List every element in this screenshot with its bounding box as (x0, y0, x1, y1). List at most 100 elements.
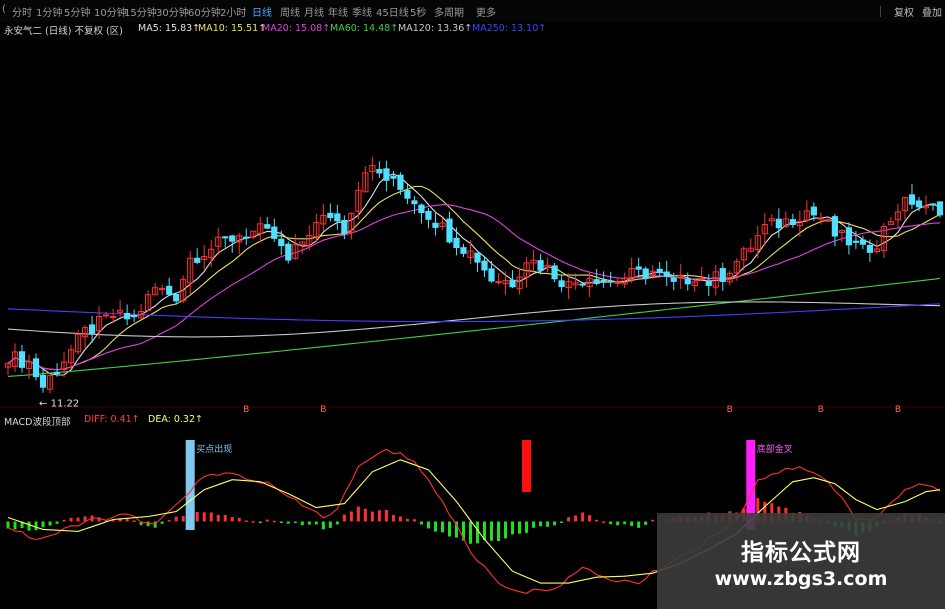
macd-legend-item-1: DEA: 0.32↑ (148, 414, 203, 425)
macd-bar-57 (405, 518, 409, 522)
macd-bar-70 (497, 521, 501, 541)
tab-12[interactable]: 年线 (328, 4, 348, 19)
tab-9[interactable]: 日线 (252, 4, 272, 19)
candle-65 (460, 243, 467, 257)
signal-label-2: 底部金叉 (757, 443, 793, 455)
candle-41 (292, 234, 299, 260)
tab-4[interactable]: 10分钟 (94, 4, 127, 19)
candle-28 (201, 244, 208, 270)
tab-10[interactable]: 周线 (280, 4, 300, 19)
candle-110 (775, 208, 782, 238)
tab-5[interactable]: 15分钟 (124, 4, 157, 19)
candle-63 (446, 211, 453, 244)
tab-6[interactable]: 30分钟 (156, 4, 189, 19)
candle-body (810, 206, 817, 216)
candle-53 (376, 161, 383, 179)
candle-19 (138, 303, 145, 319)
macd-bar-5 (41, 521, 45, 528)
macd-bar-69 (490, 521, 494, 541)
ma-legend-item-5: MA250: 13.10↑ (472, 23, 547, 34)
candle-body (278, 238, 285, 247)
macd-bar-52 (370, 511, 374, 522)
macd-bar-36 (258, 521, 262, 523)
tab-13[interactable]: 季线 (352, 4, 372, 19)
signal-bar-0 (185, 440, 195, 530)
candle-26 (187, 251, 194, 295)
macd-bar-59 (419, 521, 423, 525)
macd-bar-40 (286, 521, 290, 524)
tab-2[interactable]: 1分钟 (36, 4, 62, 19)
tab-0[interactable]: ( (2, 4, 6, 15)
tab-3[interactable]: 5分钟 (64, 4, 90, 19)
macd-bar-4 (34, 521, 38, 531)
candle-129 (908, 183, 916, 209)
candle-2 (18, 344, 26, 373)
toolbar-button-1[interactable]: 叠加 (922, 4, 942, 19)
macd-bar-37 (265, 519, 269, 522)
macd-bar-27 (195, 512, 199, 522)
macd-bar-51 (363, 508, 367, 522)
candle-113 (796, 210, 803, 237)
candle-66 (467, 240, 474, 265)
candle-4 (32, 353, 40, 381)
tab-11[interactable]: 月线 (304, 4, 324, 19)
candle-body (264, 224, 271, 229)
candle-body (698, 278, 705, 281)
candle-body (88, 324, 96, 334)
macd-bar-45 (321, 521, 325, 530)
candle-100 (705, 274, 712, 297)
candle-body (642, 268, 649, 279)
candle-108 (761, 212, 768, 246)
candle-55 (390, 170, 397, 187)
macd-bar-50 (356, 506, 360, 522)
macd-bar-25 (181, 516, 185, 522)
tab-7[interactable]: 60分钟 (188, 4, 221, 19)
macd-bar-66 (468, 521, 472, 544)
candle-124 (873, 239, 881, 254)
candle-body (131, 315, 138, 318)
candle-3 (25, 354, 33, 380)
macd-bar-55 (391, 515, 395, 522)
candle-125 (880, 223, 888, 259)
tab-14[interactable]: 45日线 (376, 4, 409, 19)
candle-132 (929, 203, 937, 211)
macd-bar-92 (651, 519, 655, 522)
macd-bar-76 (539, 521, 543, 527)
macd-bar-89 (630, 521, 634, 526)
macd-bar-82 (581, 512, 585, 522)
tab-8[interactable]: 2小时 (220, 4, 246, 19)
candle-body (593, 279, 600, 284)
macd-bar-32 (230, 516, 234, 522)
toolbar-button-0[interactable]: 复权 (894, 4, 914, 19)
candle-body (495, 281, 502, 284)
candle-body (18, 351, 26, 368)
macd-bar-60 (426, 521, 430, 529)
macd-bar-85 (602, 521, 606, 523)
tab-16[interactable]: 多周期 (434, 4, 464, 19)
candle-body (537, 260, 544, 271)
macd-bar-6 (48, 521, 52, 526)
candle-body (558, 280, 565, 287)
macd-bar-75 (532, 521, 536, 528)
candle-58 (411, 196, 418, 214)
candle-105 (740, 246, 747, 271)
candle-body (488, 268, 495, 282)
candle-body (390, 175, 397, 179)
candle-body (929, 203, 937, 206)
candle-90 (635, 257, 642, 276)
candle-body (481, 260, 488, 271)
candle-106 (747, 238, 754, 253)
macd-bar-49 (349, 511, 353, 522)
buy-marker-3: B (818, 405, 824, 415)
signal-label-0: 买点出现 (196, 443, 232, 455)
tab-17[interactable]: 更多 (476, 4, 496, 19)
candle-119 (838, 229, 845, 243)
candle-37 (264, 217, 271, 230)
candle-74 (523, 257, 530, 288)
tab-1[interactable]: 分时 (12, 4, 32, 19)
candle-body (110, 315, 117, 318)
price-panel: ← 11.22B B B B B (4, 156, 944, 415)
tab-15[interactable]: 5秒 (410, 4, 426, 19)
macd-bar-86 (609, 521, 613, 525)
macd-bar-83 (588, 515, 592, 522)
